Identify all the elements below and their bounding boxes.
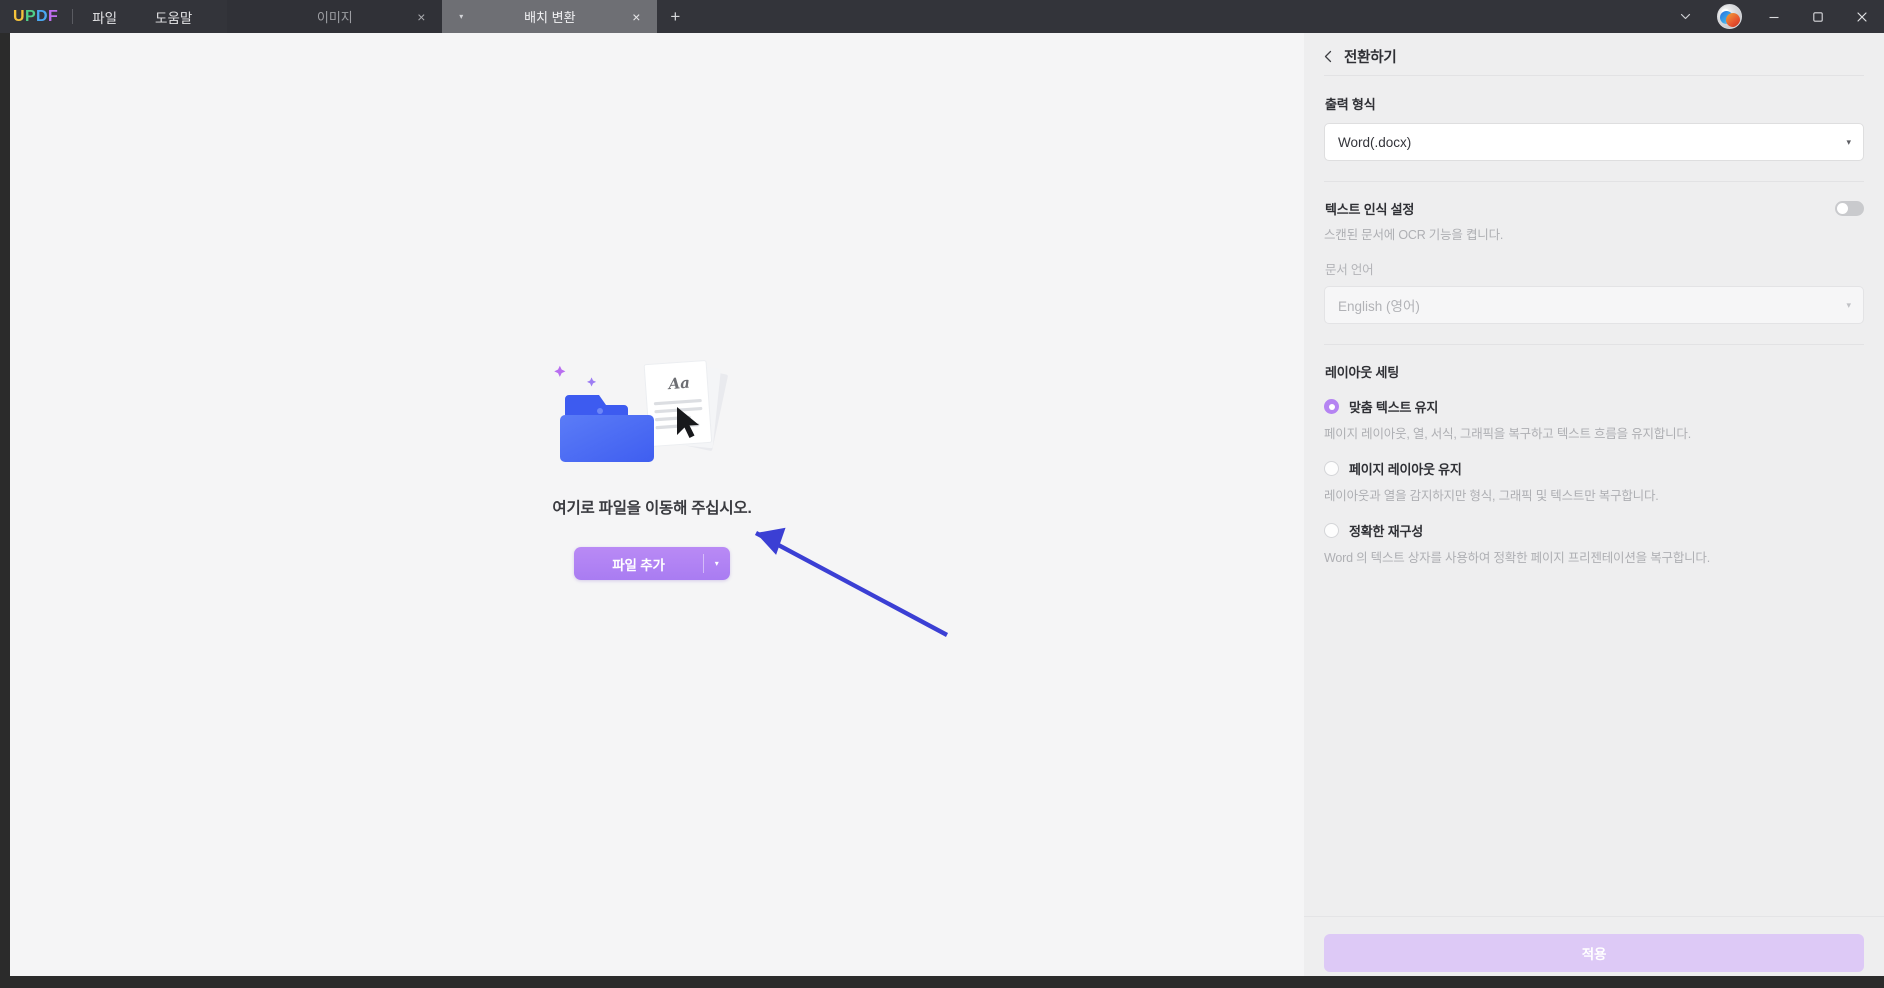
title-bar: U P D F 파일 도움말 이미지 × ▾ 배치 변환 × + — [0, 0, 1884, 33]
layout-option-0-description: 페이지 레이아웃, 열, 서식, 그래픽을 복구하고 텍스트 흐름을 유지합니다… — [1324, 427, 1691, 442]
radio-exact-reconstruction[interactable] — [1324, 523, 1339, 539]
window-controls-group — [1664, 0, 1884, 33]
tab-strip: 이미지 × ▾ 배치 변환 × + — [227, 0, 693, 33]
file-drop-area[interactable]: Aa 여기로 파일을 이동해 주십시오. 파일 추가 ▾ — [0, 33, 1304, 988]
layout-option-keep-page-layout[interactable]: 페이지 레이아웃 유지 — [1324, 459, 1864, 478]
workspace: Aa 여기로 파일을 이동해 주십시오. 파일 추가 ▾ 전환하기 출력 형식 … — [0, 33, 1884, 988]
window-bottom-border — [0, 976, 1884, 988]
section-divider-2 — [1324, 344, 1864, 346]
logo-letter-p: P — [24, 7, 37, 25]
maximize-button[interactable] — [1796, 0, 1840, 33]
chevron-down-glyph — [1680, 13, 1690, 20]
apply-button[interactable]: 적용 — [1324, 933, 1864, 972]
layout-option-1-label: 페이지 레이아웃 유지 — [1349, 462, 1462, 478]
updf-application-window: U P D F 파일 도움말 이미지 × ▾ 배치 변환 × + Aa 여기로 … — [0, 0, 1884, 988]
layout-option-2-label: 정확한 재구성 — [1349, 524, 1423, 540]
output-format-select[interactable]: Word(.docx) ▾ — [1324, 123, 1864, 161]
tab-batch-convert-label: 배치 변환 — [524, 10, 576, 25]
updf-logo[interactable]: U P D F — [0, 0, 72, 33]
layout-option-exact-reconstruction[interactable]: 정확한 재구성 — [1324, 521, 1864, 540]
ocr-description: 스캔된 문서에 OCR 기능을 켭니다. — [1324, 228, 1504, 242]
ocr-setting-label: 텍스트 인식 설정 — [1325, 202, 1415, 217]
layout-setting-label: 레이아웃 세팅 — [1325, 365, 1399, 381]
chevron-down-icon-toolbar[interactable] — [1664, 0, 1706, 33]
tab-batch-convert[interactable]: ▾ 배치 변환 × — [442, 0, 658, 33]
radio-keep-page-layout[interactable] — [1324, 461, 1339, 477]
new-tab-button[interactable]: + — [657, 0, 693, 33]
document-language-value: English (영어) — [1338, 299, 1420, 315]
tab-image-close-icon[interactable]: × — [412, 8, 430, 26]
convert-settings-panel: 전환하기 출력 형식 Word(.docx) ▾ 텍스트 인식 설정 스캔된 문… — [1304, 33, 1884, 988]
section-divider-1 — [1324, 181, 1864, 182]
minimize-button[interactable] — [1752, 0, 1796, 33]
chevron-down-icon-output-format[interactable]: ▾ — [1846, 137, 1851, 148]
chevron-left-icon — [1324, 50, 1331, 62]
document-language-select[interactable]: English (영어) ▾ — [1324, 286, 1864, 325]
back-icon[interactable] — [1316, 44, 1340, 68]
panel-header: 전환하기 — [1304, 37, 1884, 75]
chevron-down-icon-language[interactable]: ▾ — [1846, 300, 1851, 311]
folder-documents-illustration: Aa — [547, 353, 757, 478]
add-file-button-group[interactable]: 파일 추가 ▾ — [574, 547, 730, 580]
output-format-value: Word(.docx) — [1338, 134, 1412, 150]
add-file-dropdown-caret-icon[interactable]: ▾ — [704, 547, 730, 580]
user-avatar[interactable] — [1706, 0, 1752, 33]
window-left-border — [0, 33, 10, 988]
logo-letter-u: U — [13, 7, 25, 25]
document-language-label: 문서 언어 — [1325, 263, 1374, 278]
panel-title: 전환하기 — [1344, 49, 1397, 66]
layout-option-0-label: 맞춤 텍스트 유지 — [1349, 400, 1439, 416]
maximize-icon — [1813, 11, 1823, 22]
layout-option-1-description: 레이아웃과 열을 감지하지만 형식, 그래픽 및 텍스트만 복구합니다. — [1324, 489, 1659, 504]
tab-image[interactable]: 이미지 × — [227, 0, 443, 33]
menu-bar: 파일 도움말 — [73, 0, 211, 33]
document-glyph-text: Aa — [666, 374, 691, 394]
chevron-down-icon[interactable]: ▾ — [452, 8, 470, 26]
ocr-setting-row: 텍스트 인식 설정 — [1325, 199, 1864, 218]
drop-area-instruction: 여기로 파일을 이동해 주십시오. — [552, 500, 752, 517]
tab-image-label: 이미지 — [316, 10, 353, 25]
close-icon — [1857, 11, 1867, 22]
menu-file[interactable]: 파일 — [73, 0, 136, 33]
ocr-toggle-knob — [1837, 203, 1848, 214]
menu-help[interactable]: 도움말 — [136, 0, 211, 33]
logo-letter-f: F — [48, 7, 59, 25]
minimize-icon — [1769, 16, 1779, 18]
layout-option-keep-text-flow[interactable]: 맞춤 텍스트 유지 — [1324, 397, 1864, 416]
ocr-toggle[interactable] — [1835, 201, 1864, 216]
logo-letter-d: D — [36, 7, 49, 25]
radio-keep-text-flow[interactable] — [1324, 399, 1339, 415]
illustration-svg: Aa — [554, 360, 728, 462]
close-button[interactable] — [1840, 0, 1884, 33]
add-file-button[interactable]: 파일 추가 — [574, 547, 702, 580]
output-format-label: 출력 형식 — [1325, 97, 1376, 112]
avatar — [1716, 4, 1742, 29]
tab-batch-convert-close-icon[interactable]: × — [627, 8, 645, 26]
drop-area-content: Aa 여기로 파일을 이동해 주십시오. 파일 추가 ▾ — [0, 353, 1304, 580]
layout-option-2-description: Word 의 텍스트 상자를 사용하여 정확한 페이지 프리젠테이션을 복구합니… — [1324, 551, 1710, 566]
panel-body: 출력 형식 Word(.docx) ▾ 텍스트 인식 설정 스캔된 문서에 OC… — [1304, 76, 1884, 916]
